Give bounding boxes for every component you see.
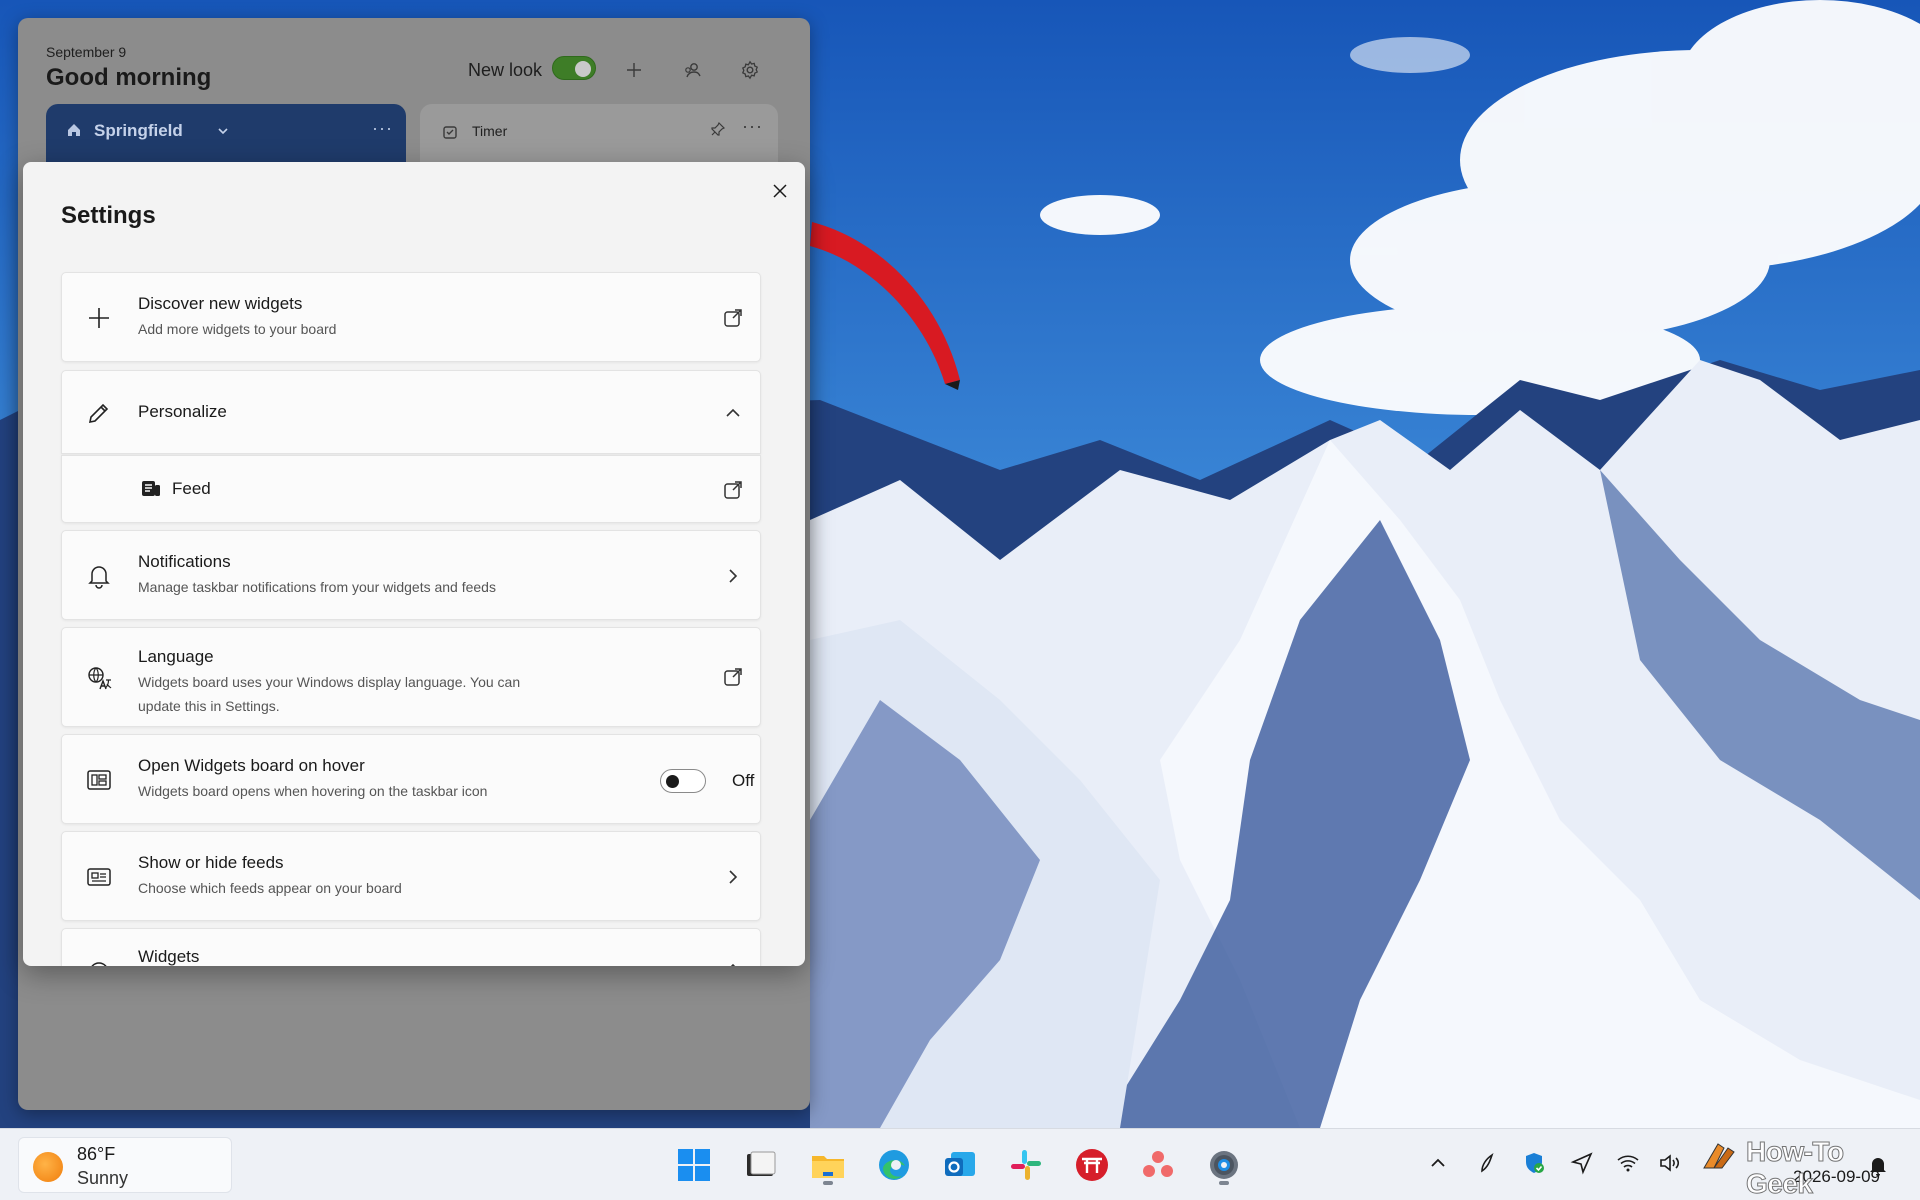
watermark-text: How-To Geek bbox=[1746, 1136, 1845, 1200]
language-row[interactable]: Language Widgets board uses your Windows… bbox=[61, 627, 761, 727]
chevron-up-icon bbox=[722, 957, 744, 966]
close-icon bbox=[773, 184, 787, 198]
board-date: September 9 bbox=[46, 44, 127, 60]
row-description: Manage taskbar notifications from your w… bbox=[138, 579, 496, 595]
outlook-icon[interactable] bbox=[938, 1143, 982, 1187]
pin-icon[interactable] bbox=[710, 121, 726, 137]
row-title: Feed bbox=[172, 479, 211, 498]
board-greeting: Good morning bbox=[46, 64, 212, 91]
windows-start-icon[interactable] bbox=[672, 1143, 716, 1187]
settings-dialog: Settings Discover new widgets Add more w… bbox=[23, 162, 805, 966]
widgets-board-icon bbox=[86, 767, 112, 793]
timer-label: Timer bbox=[472, 123, 508, 139]
feed-icon bbox=[140, 477, 162, 499]
weather-condition: Sunny bbox=[77, 1168, 129, 1188]
row-description-line2: update this in Settings. bbox=[138, 698, 280, 714]
row-title: Personalize bbox=[138, 402, 227, 421]
board-settings-button[interactable] bbox=[734, 54, 766, 86]
open-on-hover-row: Open Widgets board on hover Widgets boar… bbox=[61, 734, 761, 824]
row-title: Notifications bbox=[138, 552, 231, 571]
chevron-right-icon bbox=[722, 866, 744, 888]
location-icon[interactable] bbox=[1566, 1147, 1598, 1179]
close-button[interactable] bbox=[763, 174, 797, 208]
terminal-icon[interactable] bbox=[738, 1143, 782, 1187]
row-title: Discover new widgets bbox=[138, 294, 303, 313]
widgets-row[interactable]: Widgets bbox=[61, 928, 761, 966]
notifications-row[interactable]: Notifications Manage taskbar notificatio… bbox=[61, 530, 761, 620]
chevron-up-icon[interactable] bbox=[1422, 1147, 1454, 1179]
row-description: Choose which feeds appear on your board bbox=[138, 880, 402, 896]
language-icon bbox=[86, 665, 112, 691]
toggle-knob bbox=[666, 775, 679, 788]
chevron-right-icon bbox=[722, 565, 744, 587]
new-look-label: New look bbox=[468, 60, 543, 80]
pencil-icon bbox=[86, 400, 112, 426]
home-icon bbox=[68, 124, 80, 136]
people-icon bbox=[685, 63, 701, 78]
settings-title: Settings bbox=[61, 202, 156, 229]
weather-temperature: 86°F bbox=[77, 1144, 116, 1164]
chevron-down-icon bbox=[218, 128, 228, 135]
row-title: Open Widgets board on hover bbox=[138, 756, 365, 775]
weather-widget-button[interactable]: 86°F Sunny bbox=[18, 1137, 232, 1193]
add-widget-button[interactable] bbox=[618, 54, 650, 86]
watermark-logo-icon bbox=[1703, 1143, 1735, 1169]
toggle-knob bbox=[575, 61, 591, 77]
settings-icon[interactable] bbox=[1202, 1143, 1246, 1187]
watermark: How-To Geek bbox=[1700, 1132, 1900, 1200]
account-button[interactable] bbox=[676, 54, 708, 86]
slack-icon[interactable] bbox=[1004, 1143, 1048, 1187]
file-explorer-icon[interactable] bbox=[806, 1143, 850, 1187]
discover-widgets-row[interactable]: Discover new widgets Add more widgets to… bbox=[61, 272, 761, 362]
running-indicator bbox=[1219, 1181, 1229, 1185]
row-title: Show or hide feeds bbox=[138, 853, 284, 872]
wifi-icon[interactable] bbox=[1612, 1147, 1644, 1179]
external-link-icon bbox=[722, 479, 744, 501]
volume-icon[interactable] bbox=[1654, 1147, 1686, 1179]
location-name: Springfield bbox=[94, 121, 183, 140]
taskbar: 86°F Sunny 2026-09-09 bbox=[0, 1128, 1920, 1200]
running-indicator bbox=[823, 1181, 833, 1185]
row-title: Widgets bbox=[138, 947, 200, 966]
pen-icon[interactable] bbox=[1470, 1147, 1502, 1179]
toggle-state-label: Off bbox=[732, 771, 755, 790]
chevron-up-icon bbox=[722, 402, 744, 424]
new-look-toggle[interactable] bbox=[552, 56, 596, 80]
asana-icon[interactable] bbox=[1136, 1143, 1180, 1187]
torii-icon[interactable] bbox=[1070, 1143, 1114, 1187]
open-on-hover-toggle[interactable] bbox=[660, 769, 706, 793]
more-options-button[interactable]: ··· bbox=[742, 116, 763, 137]
edge-icon[interactable] bbox=[872, 1143, 916, 1187]
gear-icon bbox=[741, 60, 759, 80]
show-hide-feeds-row[interactable]: Show or hide feeds Choose which feeds ap… bbox=[61, 831, 761, 921]
widgets-icon bbox=[86, 959, 112, 966]
row-description: Add more widgets to your board bbox=[138, 321, 337, 337]
personalize-row[interactable]: Personalize bbox=[61, 370, 761, 454]
newspaper-icon bbox=[86, 864, 112, 890]
row-description-line1: Widgets board uses your Windows display … bbox=[138, 674, 521, 690]
sun-icon bbox=[33, 1152, 63, 1182]
external-link-icon bbox=[722, 307, 744, 329]
row-title: Language bbox=[138, 647, 214, 666]
external-link-icon bbox=[722, 666, 744, 688]
plus-icon bbox=[627, 63, 641, 77]
feed-row[interactable]: Feed bbox=[61, 455, 761, 523]
plus-icon bbox=[86, 305, 112, 331]
row-description: Widgets board opens when hovering on the… bbox=[138, 783, 488, 799]
bell-icon bbox=[86, 563, 112, 589]
more-options-button[interactable]: ··· bbox=[372, 118, 393, 139]
defender-icon[interactable] bbox=[1518, 1147, 1550, 1179]
timer-icon bbox=[443, 126, 457, 139]
